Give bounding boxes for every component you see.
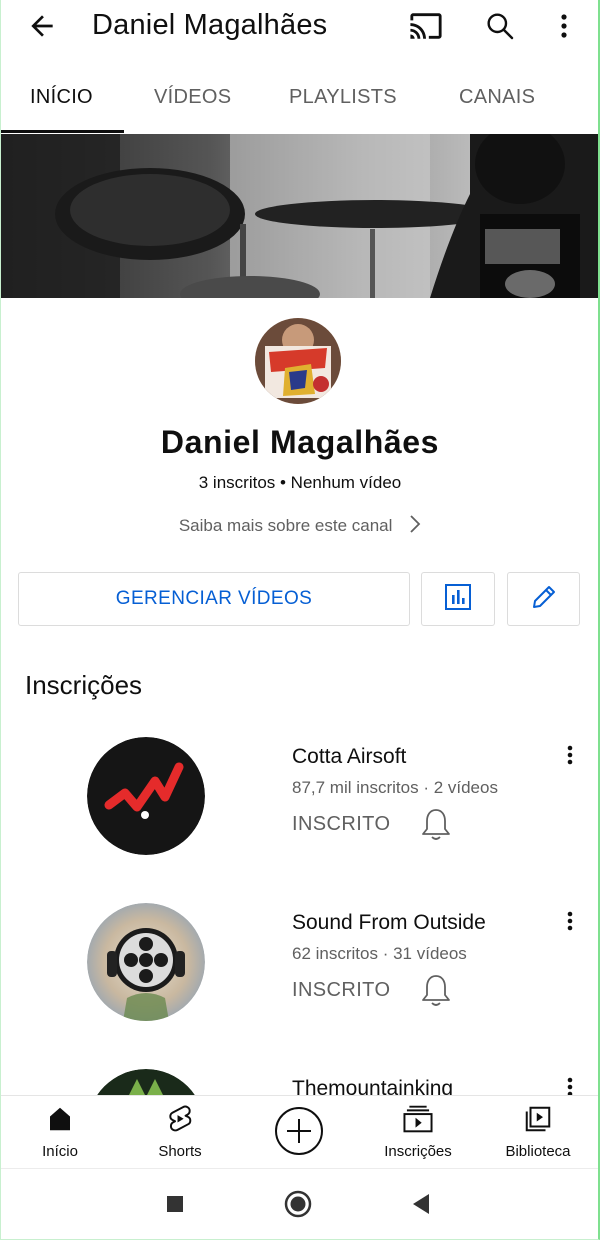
channel-about-link[interactable]: Saiba mais sobre este canal xyxy=(0,515,600,538)
subscription-avatar[interactable] xyxy=(87,1069,205,1095)
subscription-name[interactable]: Cotta Airsoft xyxy=(292,745,406,769)
subscription-meta: 62 inscritos · 31 vídeos xyxy=(292,944,467,963)
channel-name: Daniel Magalhães xyxy=(160,424,440,460)
manage-videos-button[interactable]: GERENCIAR VÍDEOS xyxy=(18,572,410,626)
library-icon xyxy=(478,1104,598,1136)
channel-banner xyxy=(0,134,600,298)
active-tab-indicator xyxy=(0,130,124,133)
home-icon xyxy=(0,1104,120,1136)
nav-label: Biblioteca xyxy=(505,1143,571,1160)
subscription-item[interactable]: Sound From Outside 62 inscritos · 31 víd… xyxy=(0,901,600,1031)
more-vert-icon[interactable] xyxy=(558,909,582,937)
nav-item-inscricoes[interactable]: Inscrições xyxy=(358,1096,478,1168)
create-plus-icon[interactable] xyxy=(274,1106,324,1156)
pencil-icon xyxy=(529,582,559,617)
more-vert-icon[interactable] xyxy=(548,6,580,46)
more-vert-icon[interactable] xyxy=(558,743,582,771)
bottom-navigation: Início Shorts Inscrições Biblioteca xyxy=(0,1095,600,1167)
subscription-item[interactable]: Cotta Airsoft 87,7 mil inscritos · 2 víd… xyxy=(0,735,600,865)
tab-playlists[interactable]: PLAYLISTS xyxy=(289,86,397,109)
analytics-button[interactable] xyxy=(421,572,495,626)
channel-avatar[interactable] xyxy=(255,318,341,404)
more-vert-icon[interactable] xyxy=(558,1075,582,1095)
subscription-avatar[interactable] xyxy=(87,903,205,1021)
system-navigation-bar xyxy=(0,1168,600,1240)
page-title: Daniel Magalhães xyxy=(92,9,328,41)
bell-icon[interactable] xyxy=(420,807,452,843)
channel-about-label: Saiba mais sobre este canal xyxy=(178,516,393,535)
shorts-icon xyxy=(120,1104,240,1136)
subscribed-button[interactable]: INSCRITO xyxy=(292,813,390,836)
back-arrow-icon[interactable] xyxy=(22,6,62,46)
tab-videos[interactable]: VÍDEOS xyxy=(154,86,231,109)
subscription-meta: 87,7 mil inscritos · 2 vídeos xyxy=(292,778,498,797)
subscription-name[interactable]: Themountainking xyxy=(292,1077,453,1095)
subscriptions-icon xyxy=(358,1104,478,1136)
subscriptions-section-title: Inscrições xyxy=(25,670,143,700)
nav-item-shorts[interactable]: Shorts xyxy=(120,1096,240,1168)
nav-label: Início xyxy=(42,1143,78,1160)
analytics-icon xyxy=(444,583,472,616)
subscription-item[interactable]: Themountainking xyxy=(0,1067,600,1095)
recents-square-icon[interactable] xyxy=(160,1189,190,1219)
subscribed-button[interactable]: INSCRITO xyxy=(292,979,390,1002)
tab-inicio[interactable]: INÍCIO xyxy=(30,86,93,109)
bell-icon[interactable] xyxy=(420,973,452,1009)
channel-stats: 3 inscritos • Nenhum vídeo xyxy=(198,473,402,492)
subscription-name[interactable]: Sound From Outside xyxy=(292,911,486,935)
cast-icon[interactable] xyxy=(406,6,446,46)
channel-tabs: INÍCIO VÍDEOS PLAYLISTS CANAIS xyxy=(0,64,600,134)
top-app-bar: Daniel Magalhães xyxy=(0,0,600,52)
nav-item-inicio[interactable]: Início xyxy=(0,1096,120,1168)
nav-item-biblioteca[interactable]: Biblioteca xyxy=(478,1096,598,1168)
nav-label: Inscrições xyxy=(384,1143,452,1160)
tab-canais[interactable]: CANAIS xyxy=(459,86,535,109)
back-triangle-icon[interactable] xyxy=(406,1189,436,1219)
nav-label: Shorts xyxy=(158,1143,202,1160)
edit-channel-button[interactable] xyxy=(507,572,580,626)
home-circle-icon[interactable] xyxy=(283,1189,313,1219)
search-icon[interactable] xyxy=(480,6,520,46)
subscription-avatar[interactable] xyxy=(87,737,205,855)
chevron-right-icon xyxy=(409,515,421,538)
